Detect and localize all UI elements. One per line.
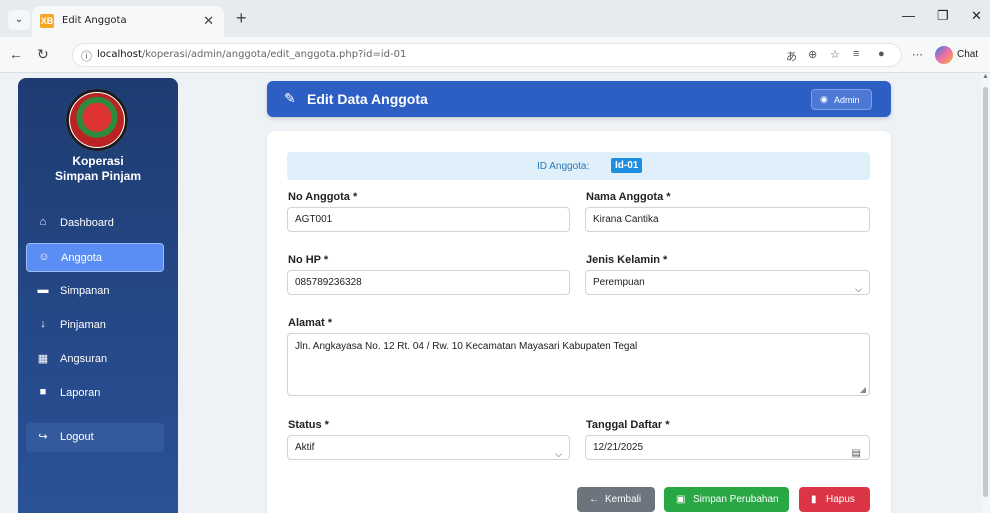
hand-holding-icon: ↓ [40, 318, 46, 330]
translate-icon[interactable]: あ [786, 48, 797, 64]
sidebar-item-anggota[interactable]: ☺ Anggota [26, 243, 164, 272]
brand-name: Koperasi Simpan Pinjam [18, 154, 178, 184]
kembali-button[interactable]: ← Kembali [577, 487, 655, 512]
logo-ring [66, 89, 128, 151]
chevron-down-icon: ⌵ [555, 449, 562, 459]
tanggal-daftar-input[interactable]: 12/21/2025 ▤ [585, 435, 870, 460]
chevron-down-icon: ⌵ [855, 284, 862, 294]
sidebar: Koperasi Simpan Pinjam ⌂ Dashboard ☺ Ang… [18, 78, 178, 513]
xampp-favicon-icon: XB [40, 14, 54, 28]
sidebar-item-label: Simpanan [60, 285, 110, 297]
status-label: Status * [288, 419, 329, 431]
no-anggota-input[interactable]: AGT001 [287, 207, 570, 232]
calendar-icon: ▦ [37, 353, 49, 365]
sidebar-item-label: Angsuran [60, 353, 108, 365]
admin-label: Admin [834, 95, 860, 105]
back-arrow-icon[interactable]: ← [9, 46, 23, 62]
home-icon: ⌂ [39, 216, 47, 228]
id-label: ID Anggota: [537, 161, 590, 172]
browser-tab-bar: ⌄ XB Edit Anggota ✕ + — ❐ ✕ [0, 0, 990, 37]
admin-button[interactable]: ◉ Admin [811, 89, 872, 110]
hapus-button[interactable]: ▮ Hapus [799, 487, 870, 512]
arrow-left-icon: ← [589, 494, 599, 505]
alamat-label: Alamat * [288, 317, 333, 329]
browser-tab[interactable]: XB Edit Anggota ✕ [32, 6, 224, 37]
nama-anggota-input[interactable]: Kirana Cantika [585, 207, 870, 232]
page-scrollbar[interactable]: ▲ [981, 73, 990, 513]
sidebar-item-label: Laporan [60, 387, 101, 399]
page-viewport: Koperasi Simpan Pinjam ⌂ Dashboard ☺ Ang… [0, 73, 990, 513]
wallet-icon: ▬ [37, 284, 49, 296]
tanggal-daftar-label: Tanggal Daftar * [586, 419, 670, 431]
scroll-up-icon[interactable]: ▲ [982, 73, 989, 80]
window-close-icon[interactable]: ✕ [971, 8, 982, 24]
brand-line-1: Koperasi [72, 154, 124, 168]
page-header: ✎ Edit Data Anggota ◉ Admin [267, 81, 891, 117]
edit-form-card: ID Anggota: Id-01 No Anggota * AGT001 Na… [267, 131, 891, 513]
logout-label: Logout [60, 431, 94, 443]
new-tab-icon[interactable]: + [236, 8, 247, 29]
sidebar-item-angsuran[interactable]: ▦ Angsuran [26, 345, 164, 374]
sidebar-item-label: Dashboard [60, 217, 114, 229]
sidebar-item-label: Anggota [61, 252, 102, 264]
chat-button[interactable]: Chat [935, 44, 985, 66]
copilot-icon [935, 46, 953, 64]
users-icon: ☺ [38, 251, 50, 263]
resize-handle-icon[interactable]: ◢ [860, 385, 866, 394]
favorite-star-icon[interactable]: ☆ [830, 48, 840, 61]
restore-icon[interactable]: ❐ [937, 8, 949, 24]
url-text: localhost/koperasi/admin/anggota/edit_an… [97, 49, 406, 60]
profile-avatar-icon[interactable]: ● [878, 48, 885, 60]
simpan-label: Simpan Perubahan [693, 494, 779, 505]
file-icon: ■ [39, 386, 47, 398]
tab-list-icon[interactable]: ⌄ [8, 10, 30, 30]
more-menu-icon[interactable]: ⋯ [912, 48, 923, 61]
sidebar-item-pinjaman[interactable]: ↓ Pinjaman [26, 311, 164, 340]
scroll-thumb[interactable] [983, 87, 988, 497]
url-host: localhost [97, 49, 142, 60]
no-anggota-label: No Anggota * [288, 191, 358, 203]
reload-icon[interactable]: ↻ [37, 46, 49, 63]
save-icon: ▣ [676, 494, 686, 505]
koperasi-logo [66, 89, 128, 151]
tab-close-icon[interactable]: ✕ [203, 13, 214, 29]
status-value: Aktif [295, 442, 315, 453]
minimize-icon[interactable]: — [902, 8, 915, 23]
sidebar-item-laporan[interactable]: ■ Laporan [26, 379, 164, 408]
jenis-kelamin-value: Perempuan [593, 277, 645, 288]
nama-anggota-label: Nama Anggota * [586, 191, 671, 203]
tab-title: Edit Anggota [62, 15, 127, 26]
favorites-list-icon[interactable]: ≡ [853, 48, 859, 60]
url-field[interactable]: ⓘ localhost/koperasi/admin/anggota/edit_… [72, 43, 902, 67]
simpan-perubahan-button[interactable]: ▣ Simpan Perubahan [664, 487, 789, 512]
sidebar-item-simpanan[interactable]: ▬ Simpanan [26, 277, 164, 306]
alamat-textarea[interactable]: Jln. Angkayasa No. 12 Rt. 04 / Rw. 10 Ke… [287, 333, 870, 396]
no-hp-input[interactable]: 085789236328 [287, 270, 570, 295]
jenis-kelamin-label: Jenis Kelamin * [586, 254, 668, 266]
tanggal-daftar-value: 12/21/2025 [593, 442, 644, 453]
site-info-icon[interactable]: ⓘ [81, 48, 92, 64]
calendar-picker-icon[interactable]: ▤ [852, 442, 861, 465]
id-info-box: ID Anggota: Id-01 [287, 152, 870, 180]
sidebar-item-dashboard[interactable]: ⌂ Dashboard [26, 209, 164, 238]
sidebar-item-label: Pinjaman [60, 319, 106, 331]
kembali-label: Kembali [605, 494, 642, 505]
address-bar: ← ↻ ⓘ localhost/koperasi/admin/anggota/e… [0, 37, 990, 73]
alamat-value: Jln. Angkayasa No. 12 Rt. 04 / Rw. 10 Ke… [295, 341, 638, 352]
user-circle-icon: ◉ [820, 94, 828, 104]
no-hp-label: No HP * [288, 254, 329, 266]
user-edit-icon: ✎ [284, 90, 296, 106]
hapus-label: Hapus [826, 494, 855, 505]
chat-label: Chat [957, 49, 979, 60]
page-title: Edit Data Anggota [307, 91, 428, 107]
logout-icon: ↪ [38, 431, 48, 443]
id-badge: Id-01 [611, 158, 643, 173]
jenis-kelamin-select[interactable]: Perempuan ⌵ [585, 270, 870, 295]
zoom-icon[interactable]: ⊕ [808, 48, 817, 61]
trash-icon: ▮ [811, 494, 817, 505]
url-path: /koperasi/admin/anggota/edit_anggota.php… [141, 49, 407, 60]
brand-line-2: Simpan Pinjam [54, 169, 142, 183]
logout-button[interactable]: ↪ Logout [26, 423, 164, 452]
status-select[interactable]: Aktif ⌵ [287, 435, 570, 460]
